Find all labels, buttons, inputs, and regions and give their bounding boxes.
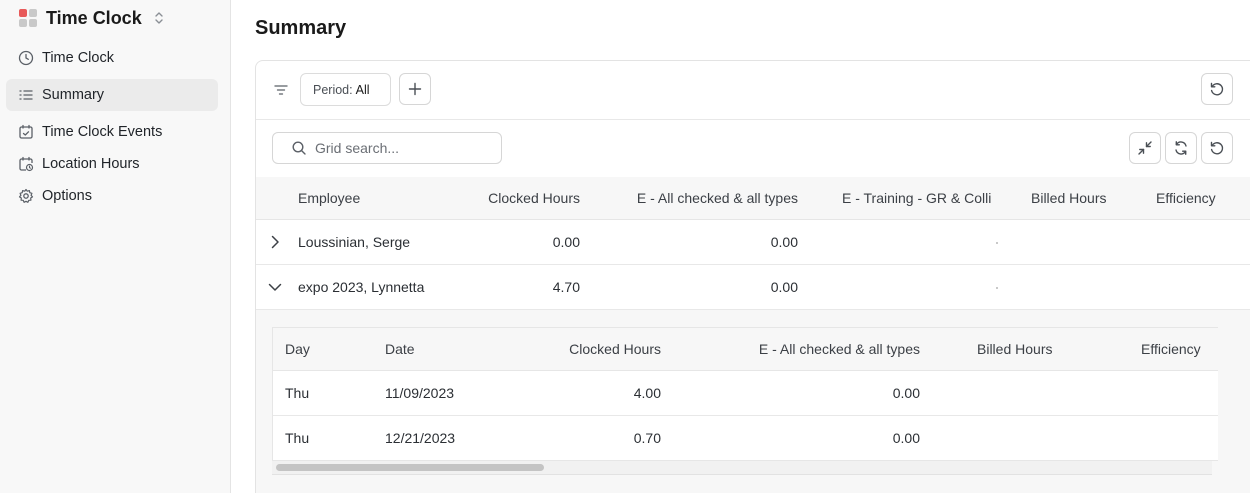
reset-grid-button[interactable] bbox=[1201, 132, 1233, 164]
table-row[interactable]: Thu 11/09/2023 4.00 0.00 bbox=[273, 371, 1218, 416]
column-header-billed-hours[interactable]: Billed Hours bbox=[1031, 190, 1126, 206]
clocked-hours-cell: 0.00 bbox=[552, 234, 580, 250]
clocked-hours-cell: 4.00 bbox=[633, 385, 661, 401]
chevron-right-icon[interactable] bbox=[266, 233, 284, 251]
horizontal-scrollbar[interactable] bbox=[272, 461, 1212, 475]
clock-icon bbox=[18, 50, 34, 66]
app-window: Time Clock Time Clock Summary Time Clock… bbox=[0, 0, 1250, 493]
sidebar-item-time-clock[interactable]: Time Clock bbox=[6, 42, 218, 74]
table-row[interactable]: Thu 12/21/2023 0.70 0.00 bbox=[273, 416, 1218, 460]
search-icon bbox=[292, 141, 306, 155]
calendar-check-icon bbox=[19, 124, 33, 139]
page-title: Summary bbox=[255, 17, 347, 39]
detail-panel: Day Date Clocked Hours E - All checked &… bbox=[256, 310, 1250, 493]
list-icon bbox=[19, 90, 33, 100]
clocked-hours-cell: 4.70 bbox=[552, 279, 580, 295]
day-cell: Thu bbox=[285, 385, 310, 401]
refresh-icon bbox=[1175, 141, 1187, 155]
filter-icon[interactable] bbox=[273, 82, 289, 98]
all-checked-cell: 0.00 bbox=[892, 385, 920, 401]
period-filter-value: All bbox=[355, 82, 370, 97]
all-checked-cell: 0.00 bbox=[770, 234, 798, 250]
grid-search[interactable] bbox=[272, 132, 502, 164]
sidebar-item-time-clock-events[interactable]: Time Clock Events bbox=[6, 116, 218, 148]
cell-marker bbox=[996, 242, 998, 244]
sidebar-item-label: Summary bbox=[42, 87, 105, 103]
employee-cell: expo 2023, Lynnetta bbox=[298, 279, 425, 295]
date-cell: 12/21/2023 bbox=[385, 430, 456, 446]
employee-cell: Loussinian, Serge bbox=[298, 234, 411, 250]
sidebar-item-options[interactable]: Options bbox=[6, 180, 218, 212]
sidebar-item-label: Options bbox=[42, 188, 92, 204]
undo-icon bbox=[1210, 141, 1224, 155]
table-row[interactable]: expo 2023, Lynnetta 4.70 0.00 bbox=[256, 265, 1250, 310]
column-header-training[interactable]: E - Training - GR & Colli bbox=[842, 190, 997, 206]
column-header-clocked-hours[interactable]: Clocked Hours bbox=[521, 341, 661, 357]
app-title: Time Clock bbox=[46, 7, 142, 28]
undo-icon bbox=[1210, 82, 1224, 96]
add-filter-button[interactable] bbox=[399, 73, 431, 105]
calendar-clock-icon bbox=[19, 156, 34, 172]
sidebar-item-label: Time Clock Events bbox=[42, 124, 163, 140]
column-header-efficiency[interactable]: Efficiency bbox=[1141, 341, 1218, 357]
column-header-billed-hours[interactable]: Billed Hours bbox=[977, 341, 1077, 357]
table-row[interactable]: Loussinian, Serge 0.00 0.00 bbox=[256, 220, 1250, 265]
grid-header: Employee Clocked Hours E - All checked &… bbox=[256, 177, 1250, 220]
app-logo-icon bbox=[19, 9, 37, 27]
detail-grid-header: Day Date Clocked Hours E - All checked &… bbox=[273, 328, 1218, 371]
summary-panel: Period: All Grid search... Employee Cloc… bbox=[255, 60, 1250, 493]
period-filter-chip[interactable]: Period: All bbox=[300, 73, 391, 106]
refresh-button[interactable] bbox=[1165, 132, 1197, 164]
day-cell: Thu bbox=[285, 430, 310, 446]
detail-grid: Day Date Clocked Hours E - All checked &… bbox=[272, 327, 1218, 461]
reset-filters-button[interactable] bbox=[1201, 73, 1233, 105]
gear-icon bbox=[18, 188, 34, 203]
sidebar-item-label: Time Clock bbox=[42, 50, 114, 66]
sidebar: Time Clock Time Clock Summary Time Clock… bbox=[0, 0, 231, 493]
all-checked-cell: 0.00 bbox=[770, 279, 798, 295]
column-header-all-checked[interactable]: E - All checked & all types bbox=[713, 341, 920, 357]
search-input[interactable] bbox=[315, 140, 495, 156]
column-header-efficiency[interactable]: Efficiency bbox=[1156, 190, 1250, 206]
column-header-date[interactable]: Date bbox=[385, 341, 505, 357]
column-header-employee[interactable]: Employee bbox=[298, 190, 448, 206]
clocked-hours-cell: 0.70 bbox=[633, 430, 661, 446]
sidebar-item-summary[interactable]: Summary bbox=[6, 79, 218, 111]
column-header-day[interactable]: Day bbox=[285, 341, 345, 357]
date-cell: 11/09/2023 bbox=[385, 385, 455, 401]
chevron-up-down-icon bbox=[155, 12, 163, 24]
all-checked-cell: 0.00 bbox=[892, 430, 920, 446]
sidebar-item-label: Location Hours bbox=[42, 156, 140, 172]
column-header-clocked-hours[interactable]: Clocked Hours bbox=[450, 190, 580, 206]
plus-icon bbox=[408, 82, 422, 96]
app-switcher[interactable]: Time Clock bbox=[19, 7, 166, 29]
chevron-down-icon[interactable] bbox=[266, 278, 284, 296]
minimize-icon bbox=[1138, 141, 1152, 155]
collapse-all-button[interactable] bbox=[1129, 132, 1161, 164]
cell-marker bbox=[996, 287, 998, 289]
scrollbar-thumb[interactable] bbox=[276, 464, 544, 471]
period-filter-key: Period: bbox=[313, 82, 353, 97]
column-header-all-checked[interactable]: E - All checked & all types bbox=[596, 190, 798, 206]
toolbar-divider bbox=[256, 119, 1250, 120]
sidebar-item-location-hours[interactable]: Location Hours bbox=[6, 148, 218, 180]
